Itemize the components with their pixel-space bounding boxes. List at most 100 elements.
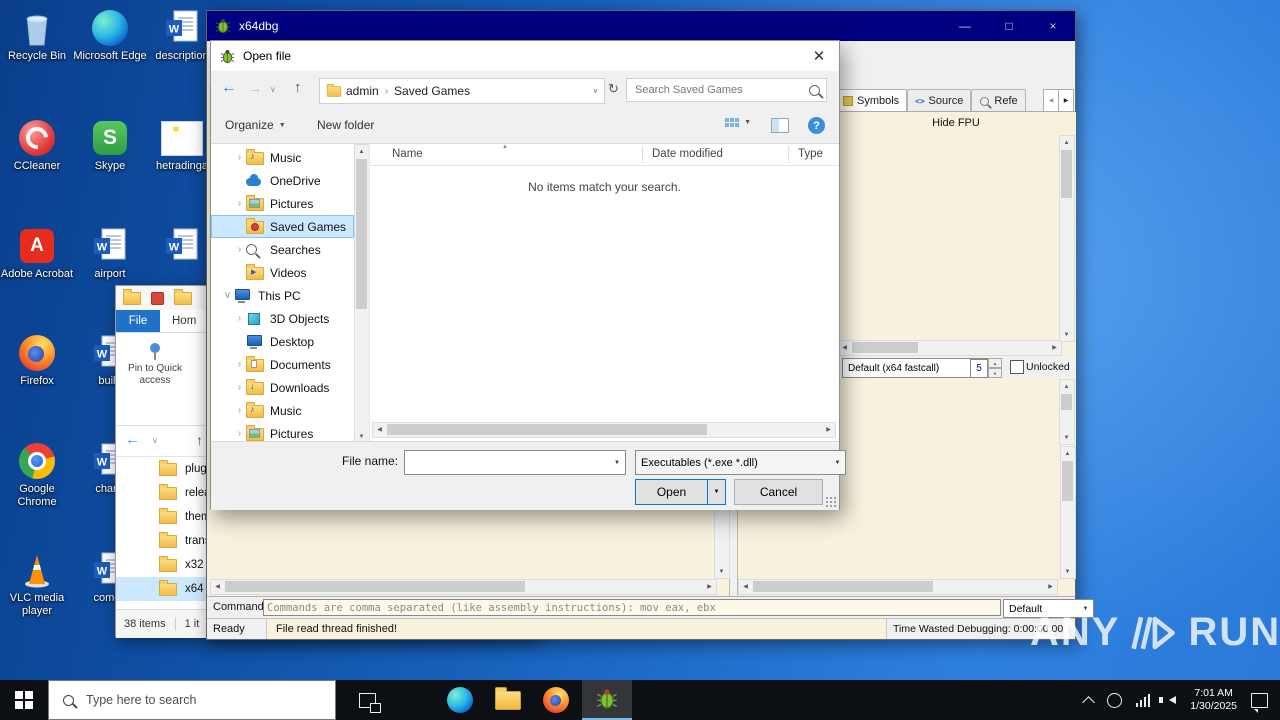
desktop-icon-microsoft-edge[interactable]: Microsoft Edge — [73, 8, 147, 63]
breadcrumb-folder[interactable]: Saved Games — [391, 84, 473, 98]
back-icon[interactable]: ← — [221, 80, 237, 96]
registers-vscrollbar[interactable]: ▲ ▼ — [1059, 135, 1075, 342]
new-folder-button[interactable]: New folder — [317, 118, 374, 132]
tree-item-music-pc[interactable]: › ♪ Music — [211, 399, 354, 422]
hide-fpu-button[interactable]: Hide FPU — [835, 112, 1076, 135]
taskbar-x64dbg-button[interactable] — [582, 680, 632, 720]
open-split-arrow-icon[interactable]: ▼ — [707, 480, 725, 504]
column-divider[interactable] — [788, 146, 789, 163]
action-center-icon[interactable] — [1251, 692, 1268, 713]
chevron-icon[interactable]: › — [233, 313, 246, 324]
tab-home[interactable]: Hom — [160, 310, 208, 332]
dropdown-arrow-icon[interactable]: ▼ — [609, 460, 625, 466]
list-hscrollbar[interactable]: ◀ ▶ — [372, 422, 836, 438]
tab-symbols[interactable]: Symbols — [835, 89, 908, 111]
registers-hscrollbar[interactable]: ◀ ▶ — [837, 340, 1062, 356]
tree-item-pictures[interactable]: › Pictures — [211, 192, 354, 215]
desktop-icon-ccleaner[interactable]: CCleaner — [0, 118, 74, 173]
chevron-expanded-icon[interactable]: ∨ — [221, 290, 234, 301]
organize-button[interactable]: Organize ▼ — [225, 118, 286, 132]
taskbar-search[interactable] — [48, 680, 336, 720]
stack-depth-spinner[interactable]: 5 ▲ ▼ — [970, 358, 1002, 378]
file-name-input[interactable] — [405, 455, 609, 470]
search-input[interactable] — [633, 83, 809, 97]
dialog-close-button[interactable]: ✕ — [799, 41, 839, 71]
tree-item-onedrive[interactable]: OneDrive — [211, 169, 354, 192]
tree-item-this-pc[interactable]: ∨ This PC — [211, 284, 354, 307]
help-button[interactable]: ? — [808, 117, 825, 134]
back-icon[interactable]: ← — [125, 431, 140, 448]
search-box[interactable] — [626, 78, 827, 102]
stack-vscrollbar[interactable]: ▲ ▼ — [1060, 446, 1076, 579]
taskbar-edge-button[interactable] — [438, 680, 482, 720]
cancel-button[interactable]: Cancel — [734, 479, 823, 505]
tab-source[interactable]: <> Source — [907, 89, 972, 111]
breadcrumb-user[interactable]: admin — [343, 84, 382, 98]
column-type[interactable]: Type — [798, 148, 823, 160]
tree-vscrollbar[interactable]: ▲ ▼ — [354, 144, 370, 444]
chevron-icon[interactable]: › — [233, 152, 246, 163]
unlocked-checkbox[interactable] — [1010, 360, 1024, 374]
desktop-icon-vlc[interactable]: VLC media player — [0, 550, 74, 618]
x64dbg-titlebar[interactable]: x64dbg — □ × — [207, 11, 1075, 41]
view-mode-button[interactable]: ▼ — [725, 118, 751, 127]
desktop-icon-firefox[interactable]: Firefox — [0, 333, 74, 388]
tab-scroll-right-button[interactable]: ▶ — [1058, 89, 1074, 112]
tray-expand-icon[interactable] — [1081, 695, 1095, 709]
start-button[interactable] — [0, 680, 48, 720]
tree-item-searches[interactable]: › Searches — [211, 238, 354, 261]
dump-hscrollbar[interactable]: ◀ ▶ — [210, 579, 717, 595]
chevron-icon[interactable]: › — [233, 428, 246, 439]
desktop-icon-skype[interactable]: Skype — [73, 118, 147, 173]
taskbar-clock[interactable]: 7:01 AM 1/30/2025 — [1190, 687, 1237, 713]
column-date-modified[interactable]: Date modified — [652, 148, 723, 160]
pin-to-quick-access-button[interactable]: Pin to Quick access — [122, 339, 188, 419]
network-icon[interactable] — [1106, 692, 1122, 708]
tree-item-downloads[interactable]: › ↓ Downloads — [211, 376, 354, 399]
tab-references[interactable]: Refe — [971, 89, 1026, 111]
refresh-icon[interactable]: ↻ — [608, 82, 619, 95]
taskbar-search-input[interactable] — [84, 692, 335, 708]
stack-hscrollbar[interactable]: ◀ ▶ — [738, 579, 1058, 595]
desktop-icon-adobe-acrobat[interactable]: Adobe Acrobat — [0, 226, 74, 281]
chevron-icon[interactable]: › — [233, 382, 246, 393]
history-dropdown-icon[interactable]: ∨ — [152, 436, 158, 445]
spinner-arrows-icon[interactable]: ▲ ▼ — [988, 358, 1002, 378]
tab-scroll-left-button[interactable]: ◀ — [1043, 89, 1059, 112]
chevron-icon[interactable]: › — [233, 359, 246, 370]
volume-icon[interactable] — [1159, 696, 1177, 704]
tree-item-3d-objects[interactable]: › 3D Objects — [211, 307, 354, 330]
tab-file[interactable]: File — [116, 310, 160, 332]
calling-convention-select[interactable]: Default (x64 fastcall) ▼ — [842, 358, 991, 378]
task-view-button[interactable] — [346, 680, 388, 720]
signal-icon[interactable] — [1135, 693, 1151, 707]
minimize-button[interactable]: — — [943, 11, 987, 41]
file-name-combobox[interactable]: ▼ — [404, 450, 626, 475]
taskbar-firefox-button[interactable] — [534, 680, 578, 720]
history-dropdown-icon[interactable]: ∨ — [270, 86, 276, 94]
tree-item-documents[interactable]: › Documents — [211, 353, 354, 376]
column-divider[interactable] — [642, 146, 643, 163]
chevron-icon[interactable]: › — [233, 244, 246, 255]
chevron-icon[interactable]: › — [233, 198, 246, 209]
dialog-titlebar[interactable]: Open file ✕ — [211, 41, 839, 71]
up-icon[interactable]: ↑ — [196, 432, 203, 448]
tree-item-music[interactable]: › ♪ Music — [211, 146, 354, 169]
tree-item-desktop[interactable]: Desktop — [211, 330, 354, 353]
tree-item-videos[interactable]: ▶ Videos — [211, 261, 354, 284]
close-button[interactable]: × — [1031, 11, 1075, 41]
address-dropdown-icon[interactable]: ∨ — [593, 87, 604, 95]
resize-grip[interactable] — [825, 496, 837, 508]
desktop-icon-google-chrome[interactable]: Google Chrome — [0, 441, 74, 509]
arguments-vscrollbar[interactable]: ▲ ▼ — [1059, 379, 1075, 445]
maximize-button[interactable]: □ — [987, 11, 1031, 41]
tree-item-saved-games[interactable]: Saved Games — [211, 215, 354, 238]
open-button[interactable]: Open ▼ — [635, 479, 726, 505]
desktop-icon-recycle-bin[interactable]: Recycle Bin — [0, 8, 74, 63]
taskbar-file-explorer-button[interactable] — [486, 680, 530, 720]
tree-item-pictures-pc[interactable]: › Pictures — [211, 422, 354, 442]
chevron-icon[interactable]: › — [233, 405, 246, 416]
column-name[interactable]: Name — [392, 148, 423, 160]
command-input[interactable] — [263, 599, 1001, 616]
address-bar[interactable]: admin › Saved Games ∨ — [319, 78, 605, 104]
